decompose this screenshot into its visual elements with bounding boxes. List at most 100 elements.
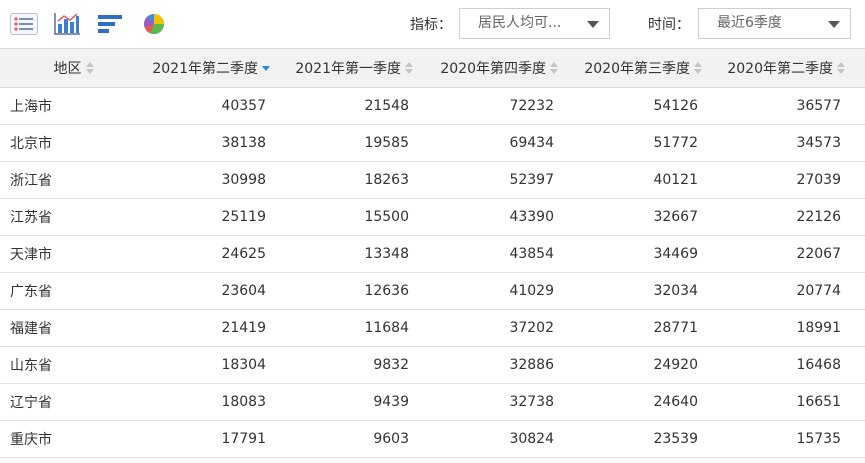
value-cell: 32738: [433, 383, 578, 421]
column-header-2021q1[interactable]: 2021年第一季度: [290, 48, 433, 88]
table-header-row: 地区 2021年第二季度 2021年第一季度 2020年第四季度 2020年第三…: [0, 48, 865, 88]
value-cell: 18263: [290, 161, 433, 199]
value-cell: 32886: [433, 346, 578, 384]
column-header-2020q2[interactable]: 2020年第二季度: [722, 48, 865, 88]
value-cell: 21548: [290, 87, 433, 125]
value-cell: 23539: [578, 420, 722, 458]
value-cell: 38138: [147, 124, 290, 162]
sort-icon[interactable]: [837, 62, 845, 74]
value-cell: 25119: [147, 198, 290, 236]
column-header-2020q3[interactable]: 2020年第三季度: [578, 48, 722, 88]
value-cell: 43390: [433, 198, 578, 236]
value-cell: 30824: [433, 420, 578, 458]
region-cell: 北京市: [0, 124, 147, 162]
table-row: 天津市 24625 13348 43854 34469 22067: [0, 235, 865, 273]
column-header-region[interactable]: 地区: [0, 48, 147, 88]
region-cell: 重庆市: [0, 420, 147, 458]
value-cell: 9832: [290, 346, 433, 384]
value-cell: 32667: [578, 198, 722, 236]
value-cell: 15500: [290, 198, 433, 236]
sort-icon[interactable]: [85, 62, 94, 74]
bar-chart-icon[interactable]: [52, 10, 82, 38]
column-header-label: 2020年第二季度: [727, 61, 833, 77]
value-cell: 34469: [578, 235, 722, 273]
pie-chart-icon[interactable]: [139, 10, 169, 38]
value-cell: 52397: [433, 161, 578, 199]
region-cell: 浙江省: [0, 161, 147, 199]
value-cell: 30998: [147, 161, 290, 199]
region-cell: 福建省: [0, 309, 147, 347]
value-cell: 23604: [147, 272, 290, 310]
value-cell: 41029: [433, 272, 578, 310]
value-cell: 27039: [722, 161, 865, 199]
value-cell: 12636: [290, 272, 433, 310]
value-cell: 24640: [578, 383, 722, 421]
region-cell: 广东省: [0, 272, 147, 310]
value-cell: 18304: [147, 346, 290, 384]
value-cell: 9603: [290, 420, 433, 458]
table-row: 上海市 40357 21548 72232 54126 36577: [0, 87, 865, 125]
table-view-icon[interactable]: [9, 10, 39, 38]
table-row: 北京市 38138 19585 69434 51772 34573: [0, 124, 865, 162]
value-cell: 69434: [433, 124, 578, 162]
table-row: 江苏省 25119 15500 43390 32667 22126: [0, 198, 865, 236]
value-cell: 22067: [722, 235, 865, 273]
table-row: 浙江省 30998 18263 52397 40121 27039: [0, 161, 865, 199]
time-label: 时间：: [648, 17, 690, 33]
value-cell: 22126: [722, 198, 865, 236]
table-row: 福建省 21419 11684 37202 28771 18991: [0, 309, 865, 347]
value-cell: 21419: [147, 309, 290, 347]
table-row: 重庆市 17791 9603 30824 23539 15735: [0, 420, 865, 458]
table-row: 山东省 18304 9832 32886 24920 16468: [0, 346, 865, 384]
horizontal-bar-chart-icon[interactable]: [95, 10, 125, 38]
value-cell: 24625: [147, 235, 290, 273]
sort-icon[interactable]: [694, 62, 702, 74]
sort-icon[interactable]: [550, 62, 558, 74]
chevron-down-icon: [587, 21, 599, 28]
value-cell: 40357: [147, 87, 290, 125]
region-cell: 江苏省: [0, 198, 147, 236]
value-cell: 16651: [722, 383, 865, 421]
value-cell: 40121: [578, 161, 722, 199]
region-cell: 上海市: [0, 87, 147, 125]
time-value: 最近6季度: [717, 15, 782, 31]
value-cell: 16468: [722, 346, 865, 384]
value-cell: 72232: [433, 87, 578, 125]
value-cell: 34573: [722, 124, 865, 162]
value-cell: 18083: [147, 383, 290, 421]
column-header-label: 2020年第四季度: [440, 61, 546, 77]
indicator-dropdown[interactable]: 居民人均可...: [459, 8, 610, 39]
value-cell: 24920: [578, 346, 722, 384]
column-header-2020q4[interactable]: 2020年第四季度: [433, 48, 578, 88]
region-cell: 天津市: [0, 235, 147, 273]
value-cell: 19585: [290, 124, 433, 162]
indicator-label: 指标：: [410, 17, 452, 33]
column-header-label: 2021年第二季度: [152, 61, 258, 77]
value-cell: 43854: [433, 235, 578, 273]
value-cell: 9439: [290, 383, 433, 421]
value-cell: 11684: [290, 309, 433, 347]
value-cell: 13348: [290, 235, 433, 273]
column-header-2021q2[interactable]: 2021年第二季度: [147, 48, 290, 88]
value-cell: 54126: [578, 87, 722, 125]
table-row: 辽宁省 18083 9439 32738 24640 16651: [0, 383, 865, 421]
value-cell: 18991: [722, 309, 865, 347]
sort-desc-icon[interactable]: [262, 62, 270, 74]
value-cell: 20774: [722, 272, 865, 310]
column-header-label: 2021年第一季度: [295, 61, 401, 77]
value-cell: 51772: [578, 124, 722, 162]
value-cell: 28771: [578, 309, 722, 347]
indicator-value: 居民人均可...: [478, 15, 562, 31]
region-cell: 山东省: [0, 346, 147, 384]
sort-icon[interactable]: [405, 62, 413, 74]
value-cell: 36577: [722, 87, 865, 125]
value-cell: 32034: [578, 272, 722, 310]
value-cell: 17791: [147, 420, 290, 458]
column-header-label: 2020年第三季度: [584, 61, 690, 77]
time-dropdown[interactable]: 最近6季度: [698, 8, 851, 39]
column-header-label: 地区: [53, 61, 82, 77]
value-cell: 37202: [433, 309, 578, 347]
table-row: 广东省 23604 12636 41029 32034 20774: [0, 272, 865, 310]
data-table: 地区 2021年第二季度 2021年第一季度 2020年第四季度 2020年第三…: [0, 48, 865, 458]
toolbar: 指标： 居民人均可... 时间： 最近6季度: [0, 0, 865, 48]
